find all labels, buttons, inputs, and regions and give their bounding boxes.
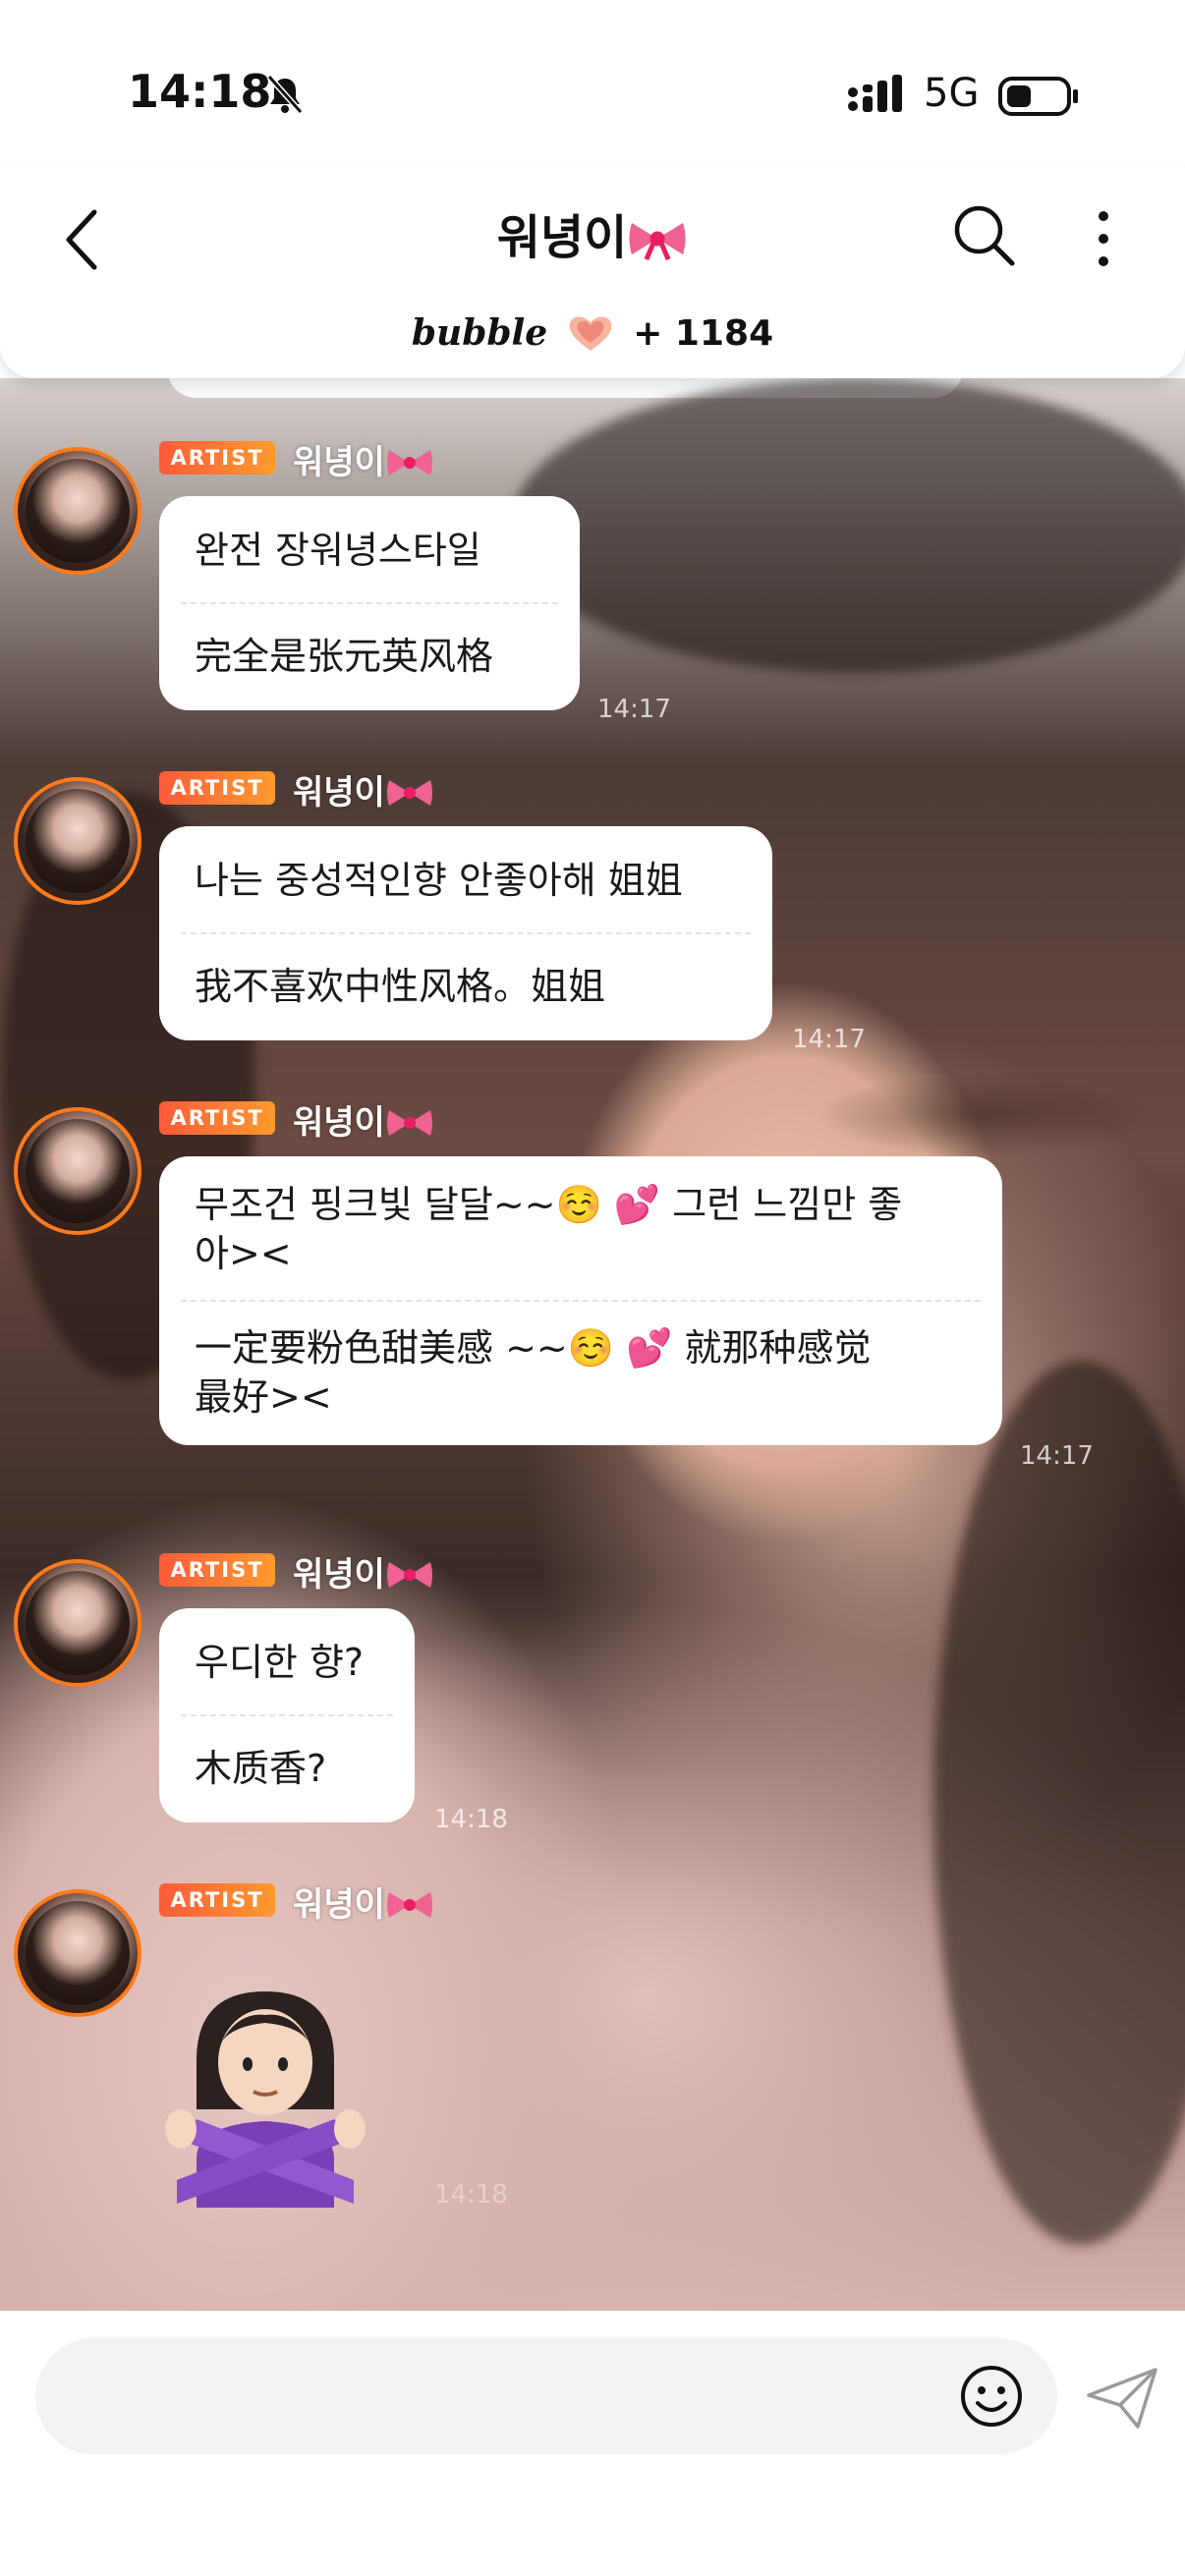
message-text-original: 우디한 향? bbox=[195, 1641, 365, 1684]
sender-name: 워녕이 bbox=[293, 1877, 434, 1926]
message-text-original: 무조건 핑크빛 달달~~☺️ 💕 그런 느낌만 좋 bbox=[195, 1183, 903, 1226]
background-hair bbox=[511, 378, 1185, 673]
message-bubble[interactable]: 완전 장워녕스타일 完全是张元英风格 bbox=[159, 496, 580, 710]
status-time: 14:18 bbox=[128, 65, 272, 118]
bell-muted-icon bbox=[266, 75, 304, 114]
artist-badge: ARTIST bbox=[159, 1883, 275, 1917]
network-label: 5G bbox=[924, 71, 980, 116]
sender-name: 워녕이 bbox=[293, 1547, 434, 1596]
chat-area[interactable]: ARTIST 워녕이 완전 장워녕스타일 完全是张元英风格 14:17 ARTI… bbox=[0, 378, 1185, 2311]
artist-badge: ARTIST bbox=[159, 771, 275, 805]
message-time: 14:17 bbox=[597, 695, 671, 724]
artist-badge: ARTIST bbox=[159, 1101, 275, 1135]
message-time: 14:17 bbox=[1020, 1441, 1094, 1471]
message-time: 14:17 bbox=[792, 1025, 866, 1054]
artist-badge: ARTIST bbox=[159, 441, 275, 475]
heart-icon bbox=[569, 316, 612, 351]
ribbon-bow-icon bbox=[386, 450, 432, 476]
ribbon-bow-icon bbox=[386, 1892, 432, 1918]
message-text-original: 완전 장워녕스타일 bbox=[195, 529, 481, 572]
message-text-translation: 完全是张元英风格 bbox=[195, 635, 494, 678]
search-icon[interactable] bbox=[951, 202, 1016, 267]
message-text-original-cont: 아>< bbox=[195, 1232, 292, 1275]
chat-header: 워녕이 bubble + 1184 bbox=[0, 167, 1185, 378]
signal-icon bbox=[848, 75, 902, 112]
more-options-icon[interactable] bbox=[1089, 204, 1118, 273]
background-hair bbox=[933, 1361, 1185, 2245]
input-bar bbox=[0, 2311, 1185, 2576]
sender-name: 워녕이 bbox=[293, 765, 434, 813]
message-text-original: 나는 중성적인향 안좋아해 姐姐 bbox=[195, 859, 683, 902]
message-text-translation-block: 一定要粉色甜美感 ~~☺️ 💕 就那种感觉 最好>< bbox=[159, 1302, 1002, 1445]
message-bubble[interactable]: 우디한 향? 木质香? bbox=[159, 1608, 415, 1822]
battery-icon bbox=[998, 77, 1078, 116]
message-text-translation: 一定要粉色甜美感 ~~☺️ 💕 就那种感觉 bbox=[195, 1326, 872, 1370]
message-time: 14:18 bbox=[434, 1805, 508, 1834]
page-title-text: 워녕이 bbox=[496, 210, 628, 265]
ribbon-bow-icon bbox=[386, 1110, 432, 1136]
message-time: 14:18 bbox=[434, 2180, 508, 2210]
avatar[interactable] bbox=[14, 1889, 141, 2017]
sender-name: 워녕이 bbox=[293, 435, 434, 483]
send-icon[interactable] bbox=[1085, 2366, 1159, 2431]
message-text-original-block: 무조건 핑크빛 달달~~☺️ 💕 그런 느낌만 좋 아>< bbox=[159, 1156, 1002, 1300]
message-text-translation: 木质香? bbox=[195, 1747, 327, 1790]
avatar[interactable] bbox=[14, 1559, 141, 1687]
bubble-count: + 1184 bbox=[633, 313, 774, 354]
message-bubble[interactable]: 무조건 핑크빛 달달~~☺️ 💕 그런 느낌만 좋 아>< 一定要粉色甜美感 ~… bbox=[159, 1156, 1002, 1445]
woman-gesturing-no-emoji[interactable] bbox=[157, 1972, 373, 2208]
ribbon-bow-icon bbox=[386, 1562, 432, 1588]
artist-badge: ARTIST bbox=[159, 1553, 275, 1587]
avatar[interactable] bbox=[14, 777, 141, 905]
avatar[interactable] bbox=[14, 447, 141, 575]
ribbon-bow-icon bbox=[629, 222, 686, 261]
emoji-smile-icon[interactable] bbox=[959, 2364, 1024, 2429]
bubble-count-row[interactable]: bubble + 1184 bbox=[0, 312, 1185, 354]
message-text-translation-cont: 最好>< bbox=[195, 1375, 332, 1419]
sender-name: 워녕이 bbox=[293, 1095, 434, 1144]
bubble-logo: bubble bbox=[411, 312, 548, 354]
message-bubble[interactable]: 나는 중성적인향 안좋아해 姐姐 我不喜欢中性风格。姐姐 bbox=[159, 826, 772, 1040]
avatar[interactable] bbox=[14, 1107, 141, 1235]
status-bar: 14:18 5G bbox=[0, 0, 1185, 167]
message-text-translation: 我不喜欢中性风格。姐姐 bbox=[195, 965, 606, 1008]
message-input[interactable] bbox=[35, 2338, 1057, 2454]
ribbon-bow-icon bbox=[386, 780, 432, 806]
